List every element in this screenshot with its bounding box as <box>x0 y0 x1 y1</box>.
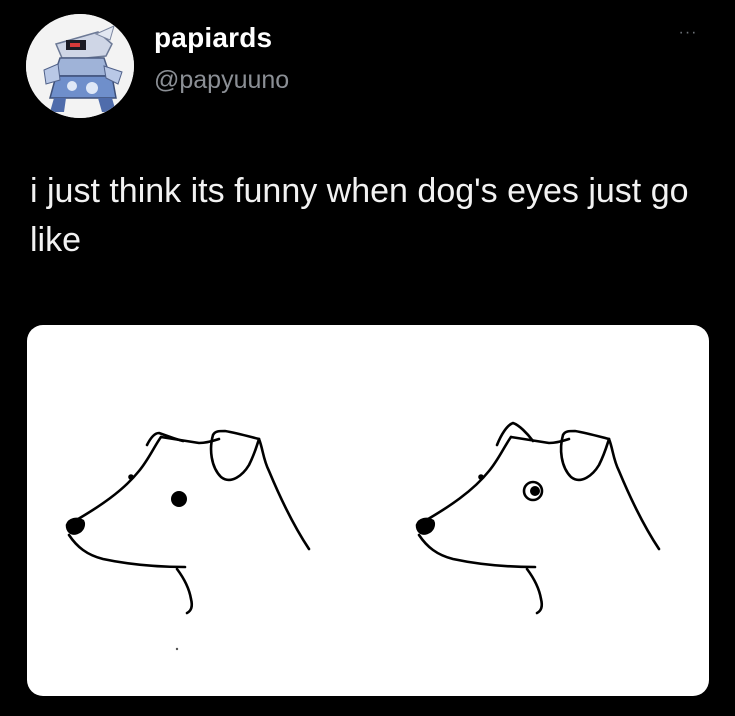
display-name[interactable]: papiards <box>154 22 272 54</box>
robot-figure-avatar-icon <box>26 14 134 118</box>
tweet-text: i just think its funny when dog's eyes j… <box>30 172 689 259</box>
tweet-media-image[interactable] <box>27 325 709 696</box>
dog-drawing-normal-eye-icon <box>67 429 311 615</box>
dog-drawing-ringed-eye-icon <box>417 421 661 615</box>
dog-eyes-comparison-drawing <box>65 421 661 651</box>
more-options-ellipsis-icon[interactable]: ··· <box>670 22 706 44</box>
avatar[interactable] <box>26 14 134 118</box>
tweet-card: papiards @papyuuno ··· i just think its … <box>0 0 735 716</box>
user-handle[interactable]: @papyuuno <box>154 66 289 95</box>
